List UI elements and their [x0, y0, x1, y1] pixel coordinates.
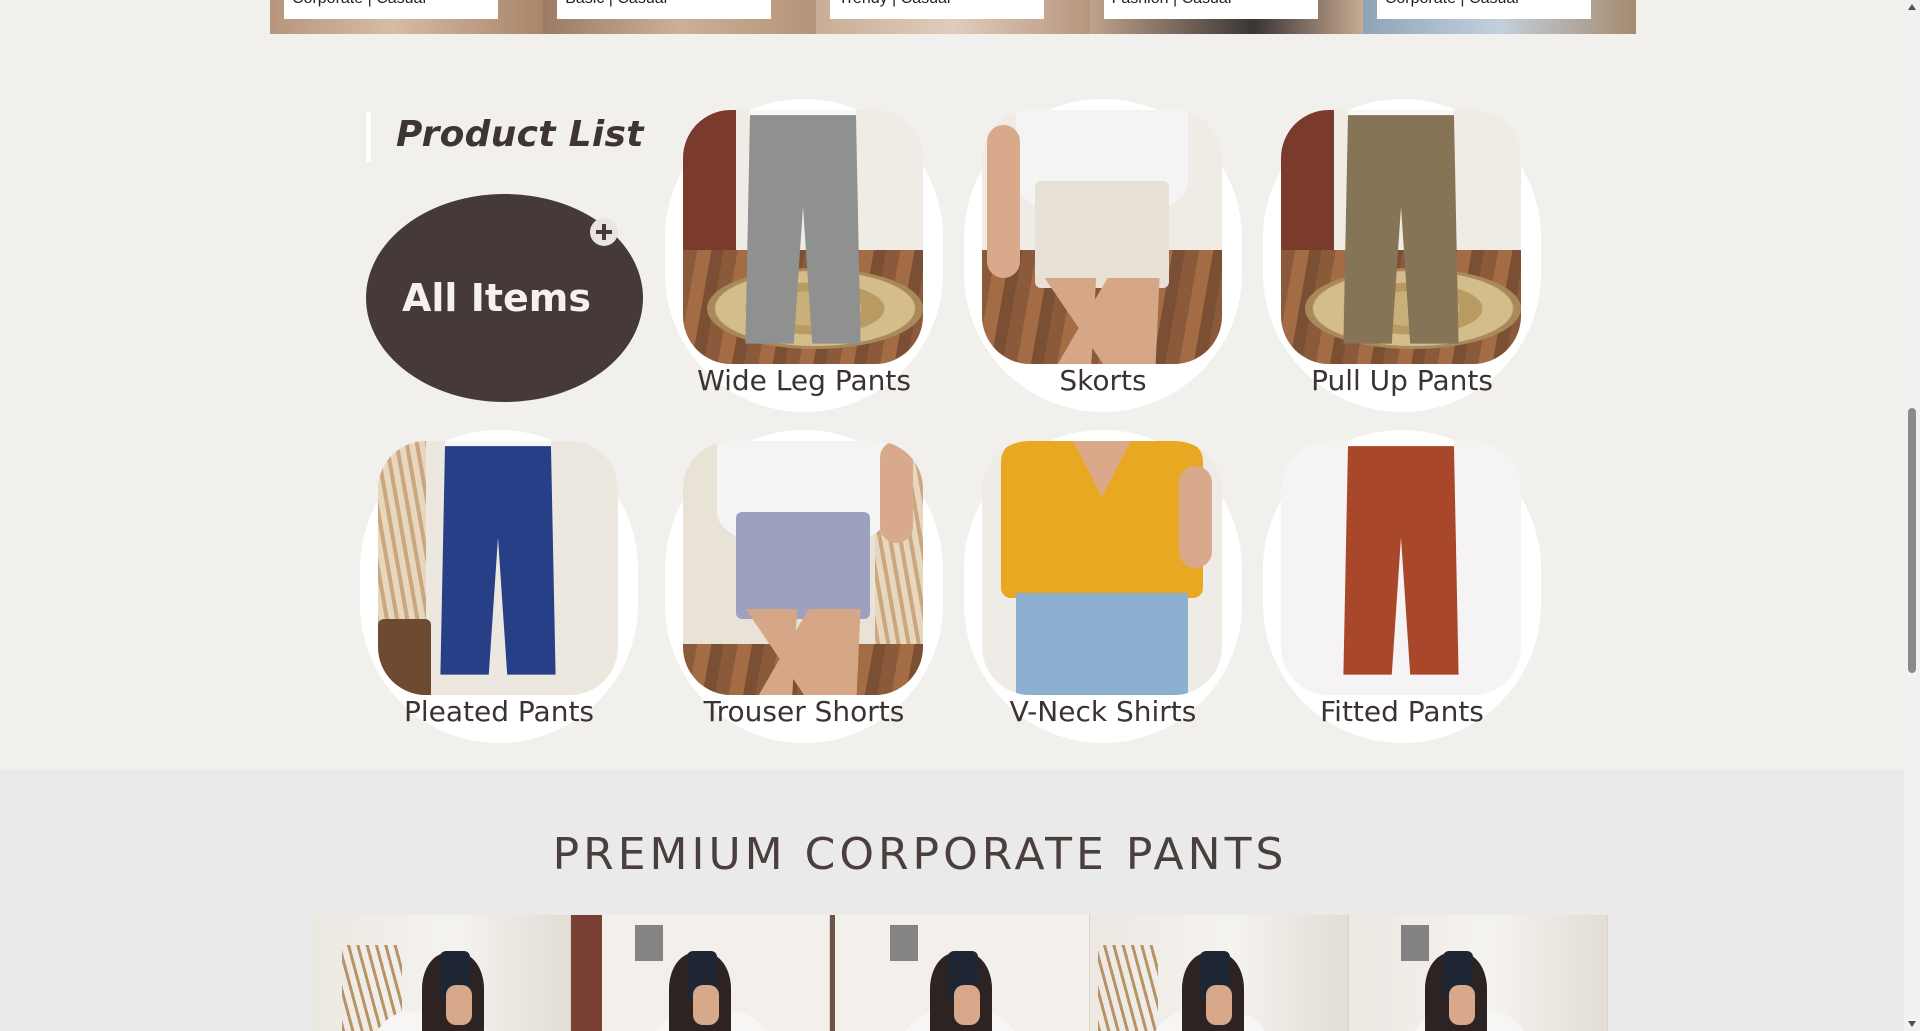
category-card-fitted-pants[interactable]: Fitted Pants	[1263, 430, 1541, 743]
all-items-button[interactable]: All Items	[366, 194, 643, 402]
banner-tag: Corporate | Casual	[1376, 0, 1591, 19]
category-photo	[982, 441, 1222, 695]
premium-product-row	[312, 915, 1608, 1031]
product-image[interactable]	[312, 915, 572, 1031]
category-photo	[982, 110, 1222, 364]
banner-image[interactable]: Trendy | Casual	[816, 0, 1090, 34]
category-card-wide-leg-pants[interactable]: Wide Leg Pants	[665, 99, 943, 412]
category-label: Trouser Shorts	[703, 695, 905, 728]
category-card-pleated-pants[interactable]: Pleated Pants	[360, 430, 638, 743]
product-image[interactable]	[1089, 915, 1349, 1031]
banner-image[interactable]: Corporate | Casual	[270, 0, 544, 34]
category-photo	[683, 110, 923, 364]
category-label: Pull Up Pants	[1311, 364, 1493, 397]
category-label: Skorts	[1059, 364, 1147, 397]
page-scrollbar[interactable]	[1904, 0, 1920, 1031]
banner-tag: Fashion | Casual	[1103, 0, 1318, 19]
category-label: Wide Leg Pants	[697, 364, 911, 397]
product-list-heading: Product List	[396, 114, 644, 155]
product-image[interactable]	[1348, 915, 1608, 1031]
category-photo	[1281, 441, 1521, 695]
banner-tag: Trendy | Casual	[830, 0, 1045, 19]
category-photo	[1281, 110, 1521, 364]
banner-image[interactable]: Fashion | Casual	[1089, 0, 1363, 34]
banner-tag: Basic | Casual	[557, 0, 772, 19]
category-card-skorts[interactable]: Skorts	[964, 99, 1242, 412]
category-label: Fitted Pants	[1320, 695, 1484, 728]
top-banner-strip: Corporate | Casual Basic | Casual Trendy…	[270, 0, 1637, 34]
all-items-label: All Items	[402, 276, 591, 320]
scroll-down-arrow-icon[interactable]	[1908, 1021, 1916, 1027]
banner-tag: Corporate | Casual	[284, 0, 498, 19]
category-label: Pleated Pants	[403, 695, 595, 728]
product-image[interactable]	[830, 915, 1090, 1031]
banner-image[interactable]: Basic | Casual	[543, 0, 817, 34]
scroll-thumb[interactable]	[1908, 408, 1916, 673]
product-list-section: Product List All Items Wide Leg Pants Sk…	[0, 34, 1904, 769]
category-label: V-Neck Shirts	[1009, 695, 1197, 728]
category-card-trouser-shorts[interactable]: Trouser Shorts	[665, 430, 943, 743]
category-card-v-neck-shirts[interactable]: V-Neck Shirts	[964, 430, 1242, 743]
premium-title: PREMIUM CORPORATE PANTS	[552, 829, 1288, 880]
banner-image[interactable]: Corporate | Casual	[1362, 0, 1637, 34]
category-photo	[683, 441, 923, 695]
plus-icon	[590, 218, 618, 246]
heading-accent-bar	[366, 112, 371, 162]
premium-section: PREMIUM CORPORATE PANTS	[0, 769, 1904, 1031]
category-photo	[378, 441, 618, 695]
scroll-up-arrow-icon[interactable]	[1908, 4, 1916, 10]
product-image[interactable]	[571, 915, 831, 1031]
category-card-pull-up-pants[interactable]: Pull Up Pants	[1263, 99, 1541, 412]
